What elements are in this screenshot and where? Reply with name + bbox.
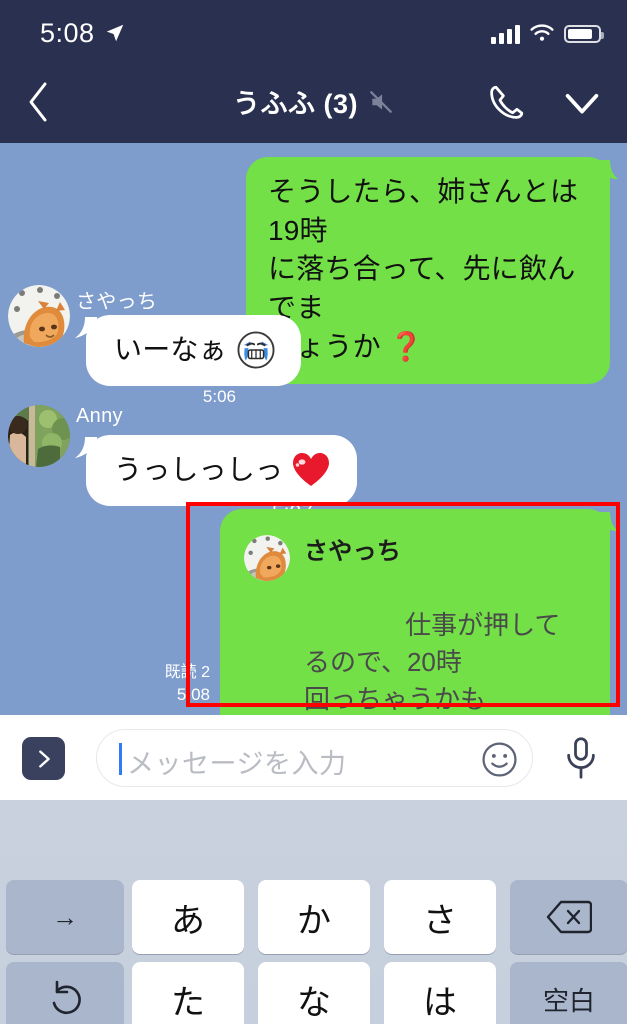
cellular-signal-icon — [491, 24, 520, 44]
japanese-kana-keyboard[interactable]: → あ か さ た な は 空白 — [0, 800, 627, 1024]
chevron-right-expand-icon — [38, 749, 50, 768]
message-bubble[interactable]: いーなぁ — [75, 315, 301, 386]
key-label: な — [297, 983, 331, 1022]
person-window-photo-avatar — [8, 405, 70, 467]
message-text: うっしっしっ — [114, 454, 284, 485]
message-meta-outgoing-4: 既読 2 5:08 — [124, 663, 210, 706]
message-text-wrap: いーなぁ — [114, 331, 275, 370]
status-bar: 5:08 — [0, 0, 627, 68]
quote-sender-name: さやっち — [304, 538, 402, 565]
speaker-muted-icon — [370, 90, 392, 113]
message-bubble-with-quote[interactable]: さやっち 仕事が押してるので、20時 回っちゃうかも — [220, 509, 618, 715]
avatar[interactable] — [8, 285, 70, 347]
key-label: あ — [171, 901, 205, 940]
key-label: か — [297, 901, 331, 940]
message-text: いーなぁ — [114, 334, 227, 365]
message-text: そうしたら、姉さんとは19時 に落ち合って、先に飲んでま しょうか ❓ — [268, 176, 579, 362]
key-label: → — [52, 901, 78, 932]
message-time: 5:08 — [176, 684, 210, 704]
chat-title: うふふ (3) — [233, 89, 358, 119]
battery-icon — [564, 25, 604, 43]
phone-call-icon — [490, 85, 524, 119]
message-input-bar: メッセージを入力 — [0, 715, 627, 801]
quote-body: さやっち 仕事が押してるので、20時 回っちゃうかも — [304, 531, 586, 715]
message-row-outgoing-4[interactable]: さやっち 仕事が押してるので、20時 回っちゃうかも — [220, 509, 618, 715]
smiley-face-icon[interactable] — [481, 741, 518, 778]
collapse-button[interactable] — [559, 80, 605, 126]
message-time: 5:06 — [202, 386, 236, 406]
message-row-incoming-2[interactable]: いーなぁ — [75, 315, 301, 386]
key-undo[interactable] — [6, 962, 124, 1024]
key-space[interactable]: 空白 — [510, 962, 627, 1024]
message-bubble[interactable]: うっしっしっ — [75, 435, 358, 506]
red-heart-emoji — [293, 453, 330, 487]
wifi-icon — [530, 24, 554, 41]
status-bar-indicators — [491, 24, 604, 44]
message-sender-name: さやっち — [76, 291, 158, 313]
quoted-message[interactable]: さやっち 仕事が押してるので、20時 回っちゃうかも — [244, 531, 586, 715]
chat-nav-bar: うふふ (3) — [0, 68, 627, 199]
key-sa[interactable]: さ — [384, 880, 496, 954]
cat-eating-photo-avatar — [8, 285, 70, 347]
key-na[interactable]: な — [258, 962, 370, 1024]
chat-title-group[interactable]: うふふ (3) — [0, 82, 627, 121]
avatar[interactable] — [8, 405, 70, 467]
status-bar-time: 5:08 — [40, 18, 95, 48]
loudly-crying-face-emoji — [237, 331, 275, 369]
key-ka[interactable]: か — [258, 880, 370, 954]
text-cursor — [119, 743, 122, 775]
cat-eating-photo-avatar — [244, 535, 290, 581]
keyboard-suggestion-bar[interactable] — [0, 800, 627, 878]
read-receipt: 既読 2 — [164, 664, 210, 681]
message-input-placeholder: メッセージを入力 — [127, 749, 347, 779]
line-chat-screen: 5:08 うふふ (3) そうしたら、姉さんとは19時 に落ち合って、先に飲んで… — [0, 0, 627, 1024]
key-ta[interactable]: た — [132, 962, 244, 1024]
chat-message-list[interactable]: そうしたら、姉さんとは19時 に落ち合って、先に飲んでま しょうか ❓ 既読 2… — [0, 143, 627, 715]
undo-icon — [52, 980, 81, 1015]
key-label: 空白 — [542, 985, 595, 1016]
message-text-wrap: うっしっしっ — [114, 451, 331, 490]
key-label: さ — [423, 901, 457, 940]
expand-menu-button[interactable] — [22, 737, 65, 780]
key-label: は — [423, 983, 457, 1022]
location-arrow-icon — [106, 24, 124, 42]
bubble-tail — [598, 512, 618, 534]
message-row-incoming-3[interactable]: うっしっしっ — [75, 435, 358, 506]
quote-avatar — [244, 535, 290, 581]
call-button[interactable] — [483, 80, 529, 126]
quote-text: 仕事が押してるので、20時 回っちゃうかも — [304, 609, 561, 714]
key-arrow-right[interactable]: → — [6, 880, 124, 954]
backspace-icon — [546, 900, 592, 934]
key-ha[interactable]: は — [384, 962, 496, 1024]
microphone-icon[interactable] — [561, 736, 601, 780]
key-backspace[interactable] — [510, 880, 627, 954]
key-label: た — [171, 983, 205, 1022]
key-a[interactable]: あ — [132, 880, 244, 954]
bubble-tail — [75, 437, 97, 461]
message-sender-name: Anny — [76, 405, 123, 427]
bubble-tail — [75, 317, 97, 341]
quote-text-wrap: 仕事が押してるので、20時 回っちゃうかも — [304, 570, 586, 715]
chevron-down-icon — [565, 93, 599, 114]
message-input-field[interactable]: メッセージを入力 — [96, 729, 533, 787]
bubble-tail — [598, 160, 618, 182]
